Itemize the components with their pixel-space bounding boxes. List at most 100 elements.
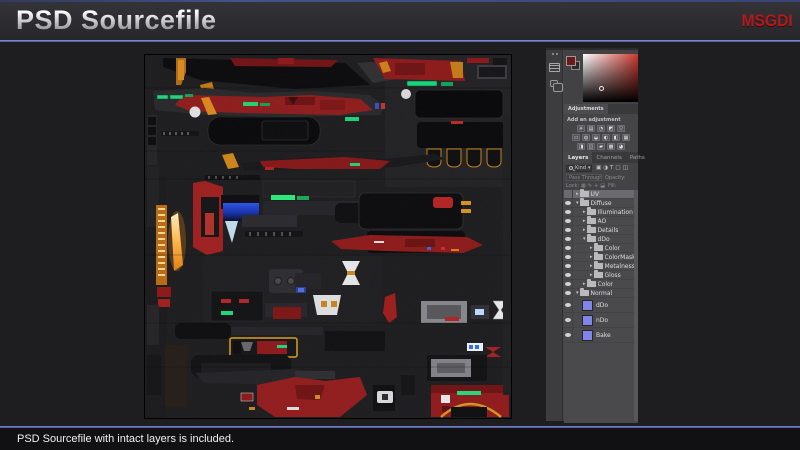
blend-mode-dropdown[interactable]: Pass Through [566, 174, 602, 181]
search-icon [569, 166, 573, 170]
adjustment-icon[interactable]: ◩ [607, 125, 615, 132]
expand-arrow-icon[interactable]: ▸ [576, 191, 579, 197]
lock-icons: ▦ ✎ + ⬓ [581, 182, 605, 190]
layer-row-ddo[interactable]: dDo [564, 298, 638, 313]
visibility-toggle[interactable] [564, 298, 573, 312]
eye-icon [565, 237, 571, 241]
adjustment-icon[interactable]: ▤ [587, 125, 595, 132]
collapse-arrow-icon[interactable]: ▾ [576, 200, 579, 206]
adjustment-icon[interactable]: ◕ [617, 143, 625, 150]
foreground-color-swatch[interactable] [566, 56, 576, 66]
layer-row-bake[interactable]: Bake [564, 328, 638, 343]
layer-name: Details [597, 226, 619, 234]
layers-scrollbar[interactable] [634, 190, 638, 421]
adjustment-icon[interactable]: ▦ [622, 134, 630, 141]
filter-icon[interactable]: ▣ [596, 164, 601, 172]
layer-row-color[interactable]: ▸ Color [564, 243, 638, 253]
visibility-toggle[interactable] [564, 289, 573, 297]
collapse-arrow-icon[interactable]: ▾ [576, 290, 579, 296]
adjustment-icon[interactable]: ◨ [577, 143, 585, 150]
layer-name: UV [590, 190, 600, 198]
color-swatches[interactable] [566, 56, 582, 72]
adjustment-icon[interactable]: ▰ [597, 143, 605, 150]
tab-adjustments[interactable]: Adjustments [564, 104, 608, 114]
kind-filter-dropdown[interactable]: Kind ▾ [566, 164, 592, 172]
adjustment-icon[interactable]: ◧ [612, 134, 620, 141]
lock-icon[interactable]: + [594, 182, 598, 190]
visibility-toggle[interactable] [564, 208, 573, 216]
visibility-toggle[interactable] [564, 313, 573, 327]
eye-icon [565, 255, 571, 259]
adjustment-icon[interactable]: ▩ [607, 143, 615, 150]
layer-row-diffuse[interactable]: ▾ Diffuse [564, 198, 638, 208]
layer-row-ddo[interactable]: ▾ dDo [564, 234, 638, 244]
properties-icon[interactable] [549, 63, 560, 72]
expand-arrow-icon[interactable]: ▸ [590, 263, 593, 269]
lock-icon[interactable]: ✎ [588, 182, 592, 190]
filter-icon[interactable]: ◑ [603, 164, 608, 172]
adjustment-icon[interactable]: ◐ [602, 134, 610, 141]
layer-thumbnail[interactable] [582, 329, 593, 341]
filter-icon[interactable]: ▢ [615, 164, 620, 172]
adjustment-icon[interactable]: ☀ [577, 125, 585, 132]
layer-thumbnail[interactable] [582, 314, 593, 326]
layer-row-normal[interactable]: ▾ Normal [564, 288, 638, 298]
visibility-toggle[interactable] [564, 244, 573, 252]
filter-icon[interactable]: ◫ [623, 164, 628, 172]
layer-row-illumination[interactable]: ▸ Illumination [564, 207, 638, 217]
layer-row-ndo[interactable]: nDo [564, 313, 638, 328]
adjustment-icon[interactable]: ▽ [617, 125, 625, 132]
filter-icon[interactable]: T [610, 164, 613, 172]
layer-name: Diffuse [590, 199, 612, 207]
tab-layers[interactable]: Layers [564, 152, 593, 163]
visibility-toggle[interactable] [564, 262, 573, 270]
layer-row-details[interactable]: ▸ Details [564, 225, 638, 235]
adjustment-icon[interactable]: ◒ [592, 134, 600, 141]
visibility-toggle[interactable] [564, 226, 573, 234]
eye-icon [565, 201, 571, 205]
visibility-toggle[interactable] [564, 328, 573, 342]
color-cursor[interactable] [599, 86, 604, 91]
visibility-toggle[interactable] [564, 199, 573, 207]
tab-paths[interactable]: Paths [626, 152, 649, 163]
layer-row-ao[interactable]: ▸ AO [564, 216, 638, 226]
tab-channels[interactable]: Channels [592, 152, 625, 163]
visibility-toggle[interactable] [564, 190, 573, 198]
layer-row-metalness[interactable]: ▸ Metalness [564, 261, 638, 271]
adjustment-icon[interactable]: ◔ [597, 125, 605, 132]
adjustment-icon[interactable]: ▭ [572, 134, 580, 141]
layer-row-color[interactable]: ▸ Color [564, 279, 638, 289]
libraries-icon[interactable] [550, 80, 563, 92]
visibility-toggle[interactable] [564, 271, 573, 279]
expand-arrow-icon[interactable]: ▸ [583, 227, 586, 233]
saturation-brightness-field[interactable] [583, 54, 638, 102]
layer-name: Color [604, 244, 621, 252]
adjustment-icon[interactable]: ◫ [587, 143, 595, 150]
kind-filter-label: Kind [575, 165, 587, 171]
expand-arrow-icon[interactable]: ▸ [583, 209, 586, 215]
expand-arrow-icon[interactable]: ▸ [590, 254, 593, 260]
visibility-toggle[interactable] [564, 217, 573, 225]
layer-row-colormasks[interactable]: ▸ ColorMasks [564, 252, 638, 262]
folder-icon [586, 216, 596, 224]
layer-thumbnail[interactable] [582, 299, 593, 311]
visibility-toggle[interactable] [564, 280, 573, 288]
lock-icon[interactable]: ⬓ [600, 182, 605, 190]
layer-row-gloss[interactable]: ▸ Gloss [564, 270, 638, 280]
visibility-toggle[interactable] [564, 235, 573, 243]
fill-label: Fill: [607, 183, 617, 189]
adjustment-icons-grid: ☀ ▤ ◔ ◩ ▽ ▭ ◍ ◒ ◐ ◧ ▦ ◨ ◫ ▰ ▩ ◕ [564, 124, 638, 150]
expand-arrow-icon[interactable]: ▸ [590, 272, 593, 278]
collapse-arrow-icon[interactable]: ▾ [583, 236, 586, 242]
expand-arrow-icon[interactable]: ▸ [583, 281, 586, 287]
folder-icon [586, 279, 596, 287]
layer-row-uv[interactable]: ▸ UV [564, 189, 638, 199]
header-divider [0, 40, 800, 42]
folder-icon [586, 225, 596, 233]
dock-grip[interactable] [551, 53, 558, 56]
adjustment-icon[interactable]: ◍ [582, 134, 590, 141]
expand-arrow-icon[interactable]: ▸ [583, 218, 586, 224]
layer-name: Color [597, 280, 614, 288]
expand-arrow-icon[interactable]: ▸ [590, 245, 593, 251]
visibility-toggle[interactable] [564, 253, 573, 261]
